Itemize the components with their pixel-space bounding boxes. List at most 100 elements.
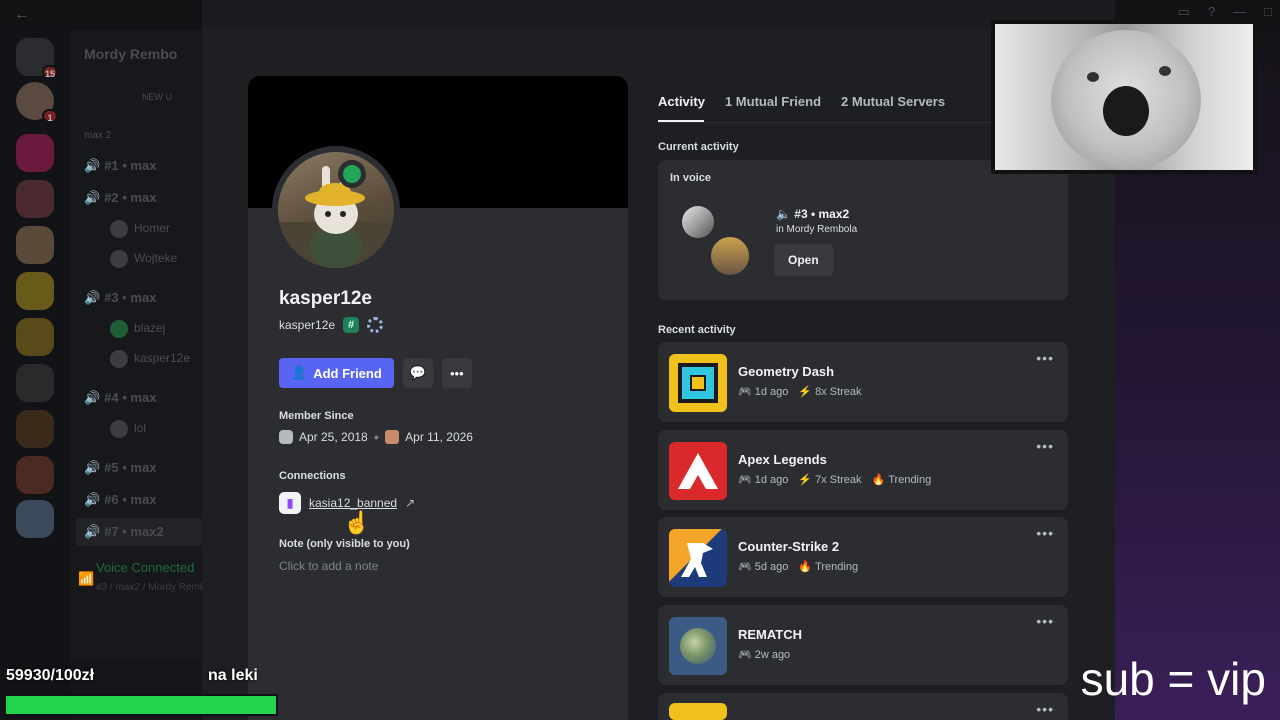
hashtag-badge-icon[interactable]: # [343,317,360,333]
note-input[interactable]: Click to add a note [279,559,378,573]
external-link-icon[interactable]: ↗ [405,496,415,510]
separator-dot: ● [373,432,380,442]
activity-item[interactable]: Counter-Strike 2 🎮 5d ago 🔥 Trending ••• [658,517,1068,597]
note-title: Note (only visible to you) [279,538,410,550]
voice-channel-3[interactable]: 🔊 #3 • max [84,290,156,306]
tab-activity[interactable]: Activity [658,94,705,109]
tab-mutual-servers[interactable]: 2 Mutual Servers [841,94,945,109]
activity-more-button[interactable]: ••• [1036,350,1054,366]
speaker-icon: 🔈 [776,207,791,221]
activity-item[interactable]: Geometry Dash 🎮 1d ago ⚡ 8x Streak ••• [658,342,1068,422]
streak-icon: ⚡ [798,386,813,398]
voice-channel-7[interactable]: 🔊 #7 • max2 [84,524,164,540]
activity-item-partial[interactable]: ••• [658,693,1068,720]
minimize-icon[interactable]: — [1233,4,1246,20]
more-options-button[interactable]: ••• [441,358,472,388]
activity-more-button[interactable]: ••• [1036,613,1054,629]
webcam-overlay [991,20,1257,174]
category-label[interactable]: max 2 [84,130,111,141]
voice-participant-avatar [682,206,714,238]
voice-channel-2[interactable]: 🔊 #2 • max [84,190,156,206]
active-tab-indicator [658,120,704,122]
server-icon [385,430,400,444]
server-rail: 15 1 [0,30,70,720]
rematch-icon [669,617,727,675]
discord-logo-icon [279,430,293,444]
voice-user[interactable]: lol [110,420,146,438]
dog-eye [1087,72,1099,82]
voice-user[interactable]: kasper12e [110,350,190,368]
speaker-icon: 🔊 [84,158,101,173]
voice-channel-name: 🔈 #3 • max2 [776,207,850,221]
activity-item[interactable]: REMATCH 🎮 2w ago ••• [658,605,1068,685]
server-icon-5[interactable] [16,318,54,356]
maximize-icon[interactable]: □ [1264,4,1272,20]
server-join-date: Apr 11, 2026 [405,430,473,444]
activity-more-button[interactable]: ••• [1036,438,1054,454]
message-button[interactable]: 💬 [402,358,433,388]
online-status-dot [338,160,366,188]
activity-item[interactable]: Apex Legends 🎮 1d ago ⚡ 7x Streak 🔥 Trendin… [658,430,1068,510]
server-icon-4[interactable] [16,272,54,310]
gamepad-icon: 🎮 [738,386,752,398]
server-icon-8[interactable] [16,456,54,494]
add-friend-label: Add Friend [313,365,382,381]
server-icon-3[interactable] [16,226,54,264]
member-since-title: Member Since [279,410,354,422]
profile-tabs: Activity 1 Mutual Friend 2 Mutual Server… [658,94,945,109]
profile-avatar[interactable] [278,152,394,268]
voice-channel-5[interactable]: 🔊 #5 • max [84,460,156,476]
voice-channel-1[interactable]: 🔊 #1 • max [84,158,156,174]
voice-channel-4[interactable]: 🔊 #4 • max [84,390,156,406]
open-voice-button[interactable]: Open [774,244,833,276]
profile-actions: 👤 Add Friend 💬 ••• [279,358,472,388]
server-icon-6[interactable] [16,364,54,402]
connection-link[interactable]: kasia12_banned [309,496,397,510]
profile-modal: kasper12e kasper12e # 👤 Add Friend 💬 •••… [202,0,1115,720]
voice-location[interactable]: #3 / max2 / Mordy Rembo [96,582,202,593]
home-discord-icon[interactable]: 15 [16,38,58,79]
apex-legends-icon [669,442,727,500]
inbox-icon[interactable]: ▭ [1178,4,1190,20]
donation-amount: 59930/100zł [6,667,95,684]
voice-channel-6[interactable]: 🔊 #6 • max [84,492,156,508]
activity-name: REMATCH [738,627,803,642]
streak-icon: ⚡ [798,474,813,486]
profile-card: kasper12e kasper12e # 👤 Add Friend 💬 •••… [248,76,628,720]
new-unread-label[interactable]: NEW U [142,92,172,102]
server-icon-heart[interactable] [16,134,54,172]
twitch-icon: ▮ [279,492,301,514]
server-icon-2[interactable] [16,180,54,218]
activity-more-button[interactable]: ••• [1036,701,1054,717]
speaker-icon: 🔊 [84,524,101,539]
add-friend-icon: 👤 [291,365,308,380]
unread-badge: 1 [42,109,58,123]
trending-icon: 🔥 [871,474,886,486]
gamepad-icon: 🎮 [738,561,752,573]
back-arrow-icon[interactable]: ← [14,6,30,24]
profile-display-name: kasper12e [279,288,372,309]
voice-user[interactable]: blazej [110,320,165,338]
dog-mouth [1103,86,1149,136]
server-icon-7[interactable] [16,410,54,448]
donation-progress-fill [6,696,276,714]
activity-more-button[interactable]: ••• [1036,525,1054,541]
tab-mutual-friends[interactable]: 1 Mutual Friend [725,94,821,109]
activity-meta: 🎮 5d ago 🔥 Trending [738,561,859,573]
counter-strike-icon [669,529,727,587]
add-friend-button[interactable]: 👤 Add Friend [279,358,394,388]
server-name[interactable]: Mordy Rembo [84,46,177,62]
window-controls: ▭ ? — □ [1178,4,1272,20]
voice-server-name: in Mordy Rembola [776,224,858,235]
dm-avatar[interactable]: 1 [16,82,58,123]
voice-user[interactable]: Wojteke [110,250,177,268]
profile-username[interactable]: kasper12e [279,318,335,332]
discord-join-date: Apr 25, 2018 [299,430,368,444]
voice-connected-status[interactable]: Voice Connected [70,560,202,575]
dog-eye [1159,66,1171,76]
server-icon-9[interactable] [16,500,54,538]
nitro-badge-icon[interactable] [367,317,384,333]
voice-user[interactable]: Homer [110,220,170,238]
help-icon[interactable]: ? [1208,4,1215,20]
geometry-dash-icon [669,354,727,412]
